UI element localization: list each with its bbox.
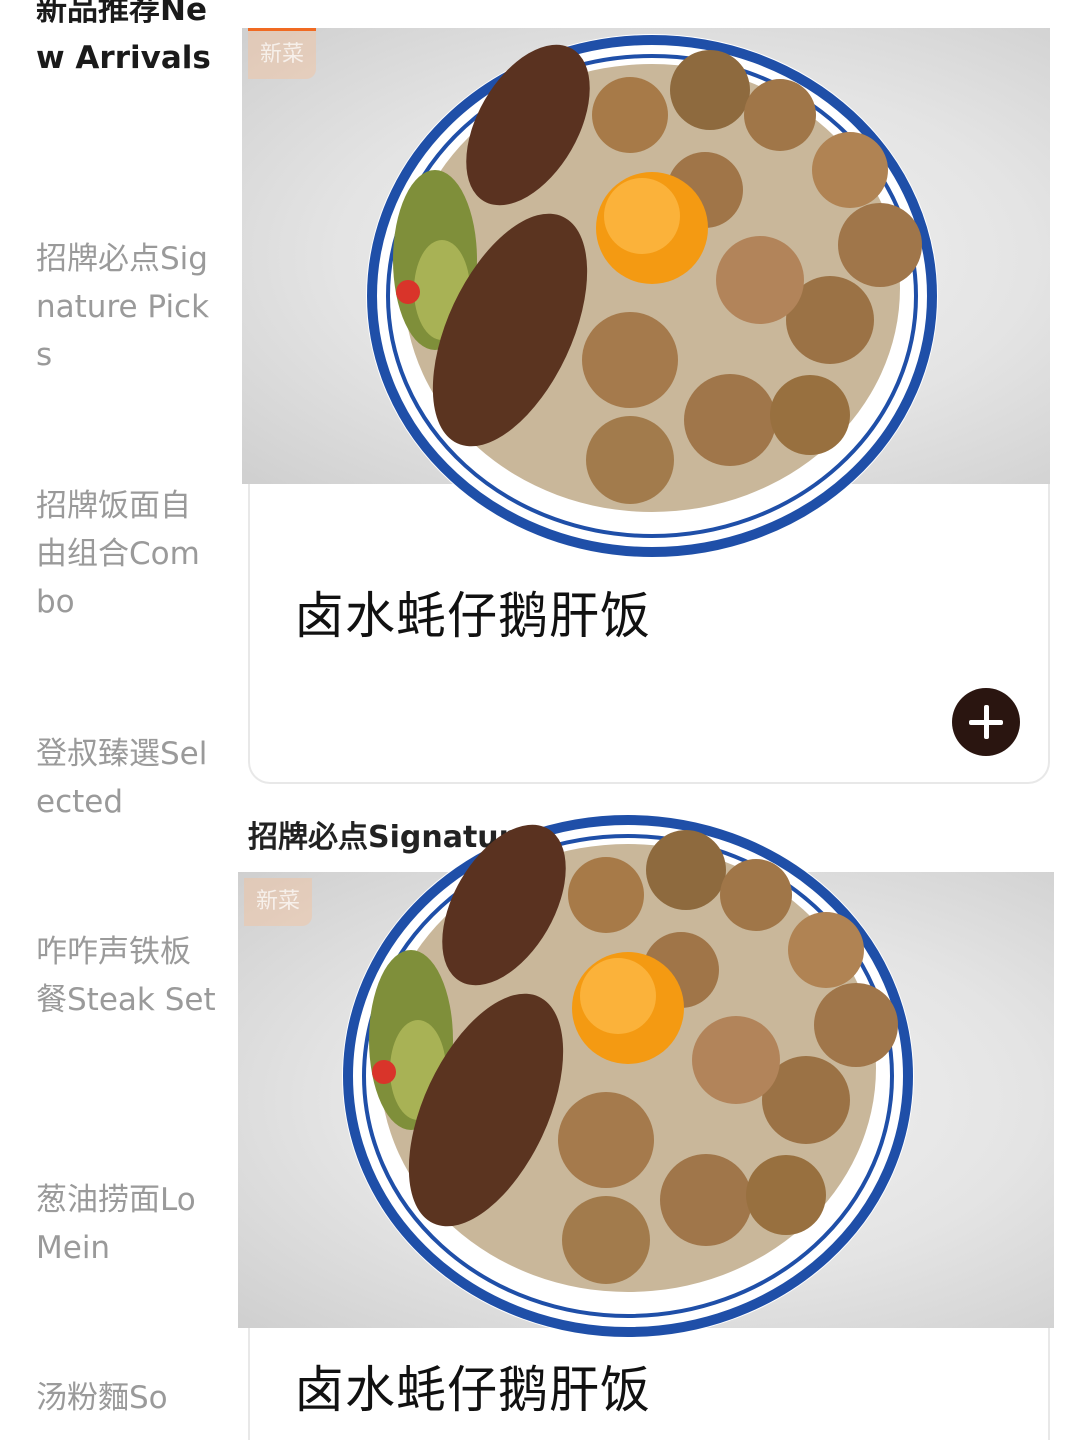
product-name: 卤水蚝仔鹅肝饭	[294, 1361, 651, 1419]
sidebar-item-selected[interactable]: 登叔臻選Selected	[36, 730, 216, 826]
category-sidebar: 新品推荐New Arrivals 招牌必点Signature Picks 招牌饭…	[0, 0, 230, 1440]
sidebar-item-steak-set[interactable]: 咋咋声铁板餐Steak Set	[36, 928, 216, 1024]
menu-page: 新品推荐New Arrivals 招牌必点Signature Picks 招牌饭…	[0, 0, 1080, 1440]
new-badge: 新菜	[244, 878, 312, 926]
food-plate-illustration	[342, 814, 914, 1338]
add-to-cart-button[interactable]	[952, 688, 1020, 756]
product-name: 卤水蚝仔鹅肝饭	[294, 587, 651, 645]
sidebar-item-combo[interactable]: 招牌饭面自由组合Combo	[36, 482, 216, 626]
sidebar-item-lo-mein[interactable]: 葱油捞面Lo Mein	[36, 1176, 216, 1272]
sidebar-item-new-arrivals[interactable]: 新品推荐New Arrivals	[36, 0, 216, 82]
product-card[interactable]: 卤水蚝仔鹅肝饭	[248, 1328, 1050, 1440]
food-plate-illustration	[366, 34, 938, 558]
new-badge: 新菜	[248, 28, 316, 79]
sidebar-item-soup-noodles[interactable]: 汤粉麵So	[36, 1374, 216, 1422]
sidebar-item-signature-picks[interactable]: 招牌必点Signature Picks	[36, 235, 216, 379]
